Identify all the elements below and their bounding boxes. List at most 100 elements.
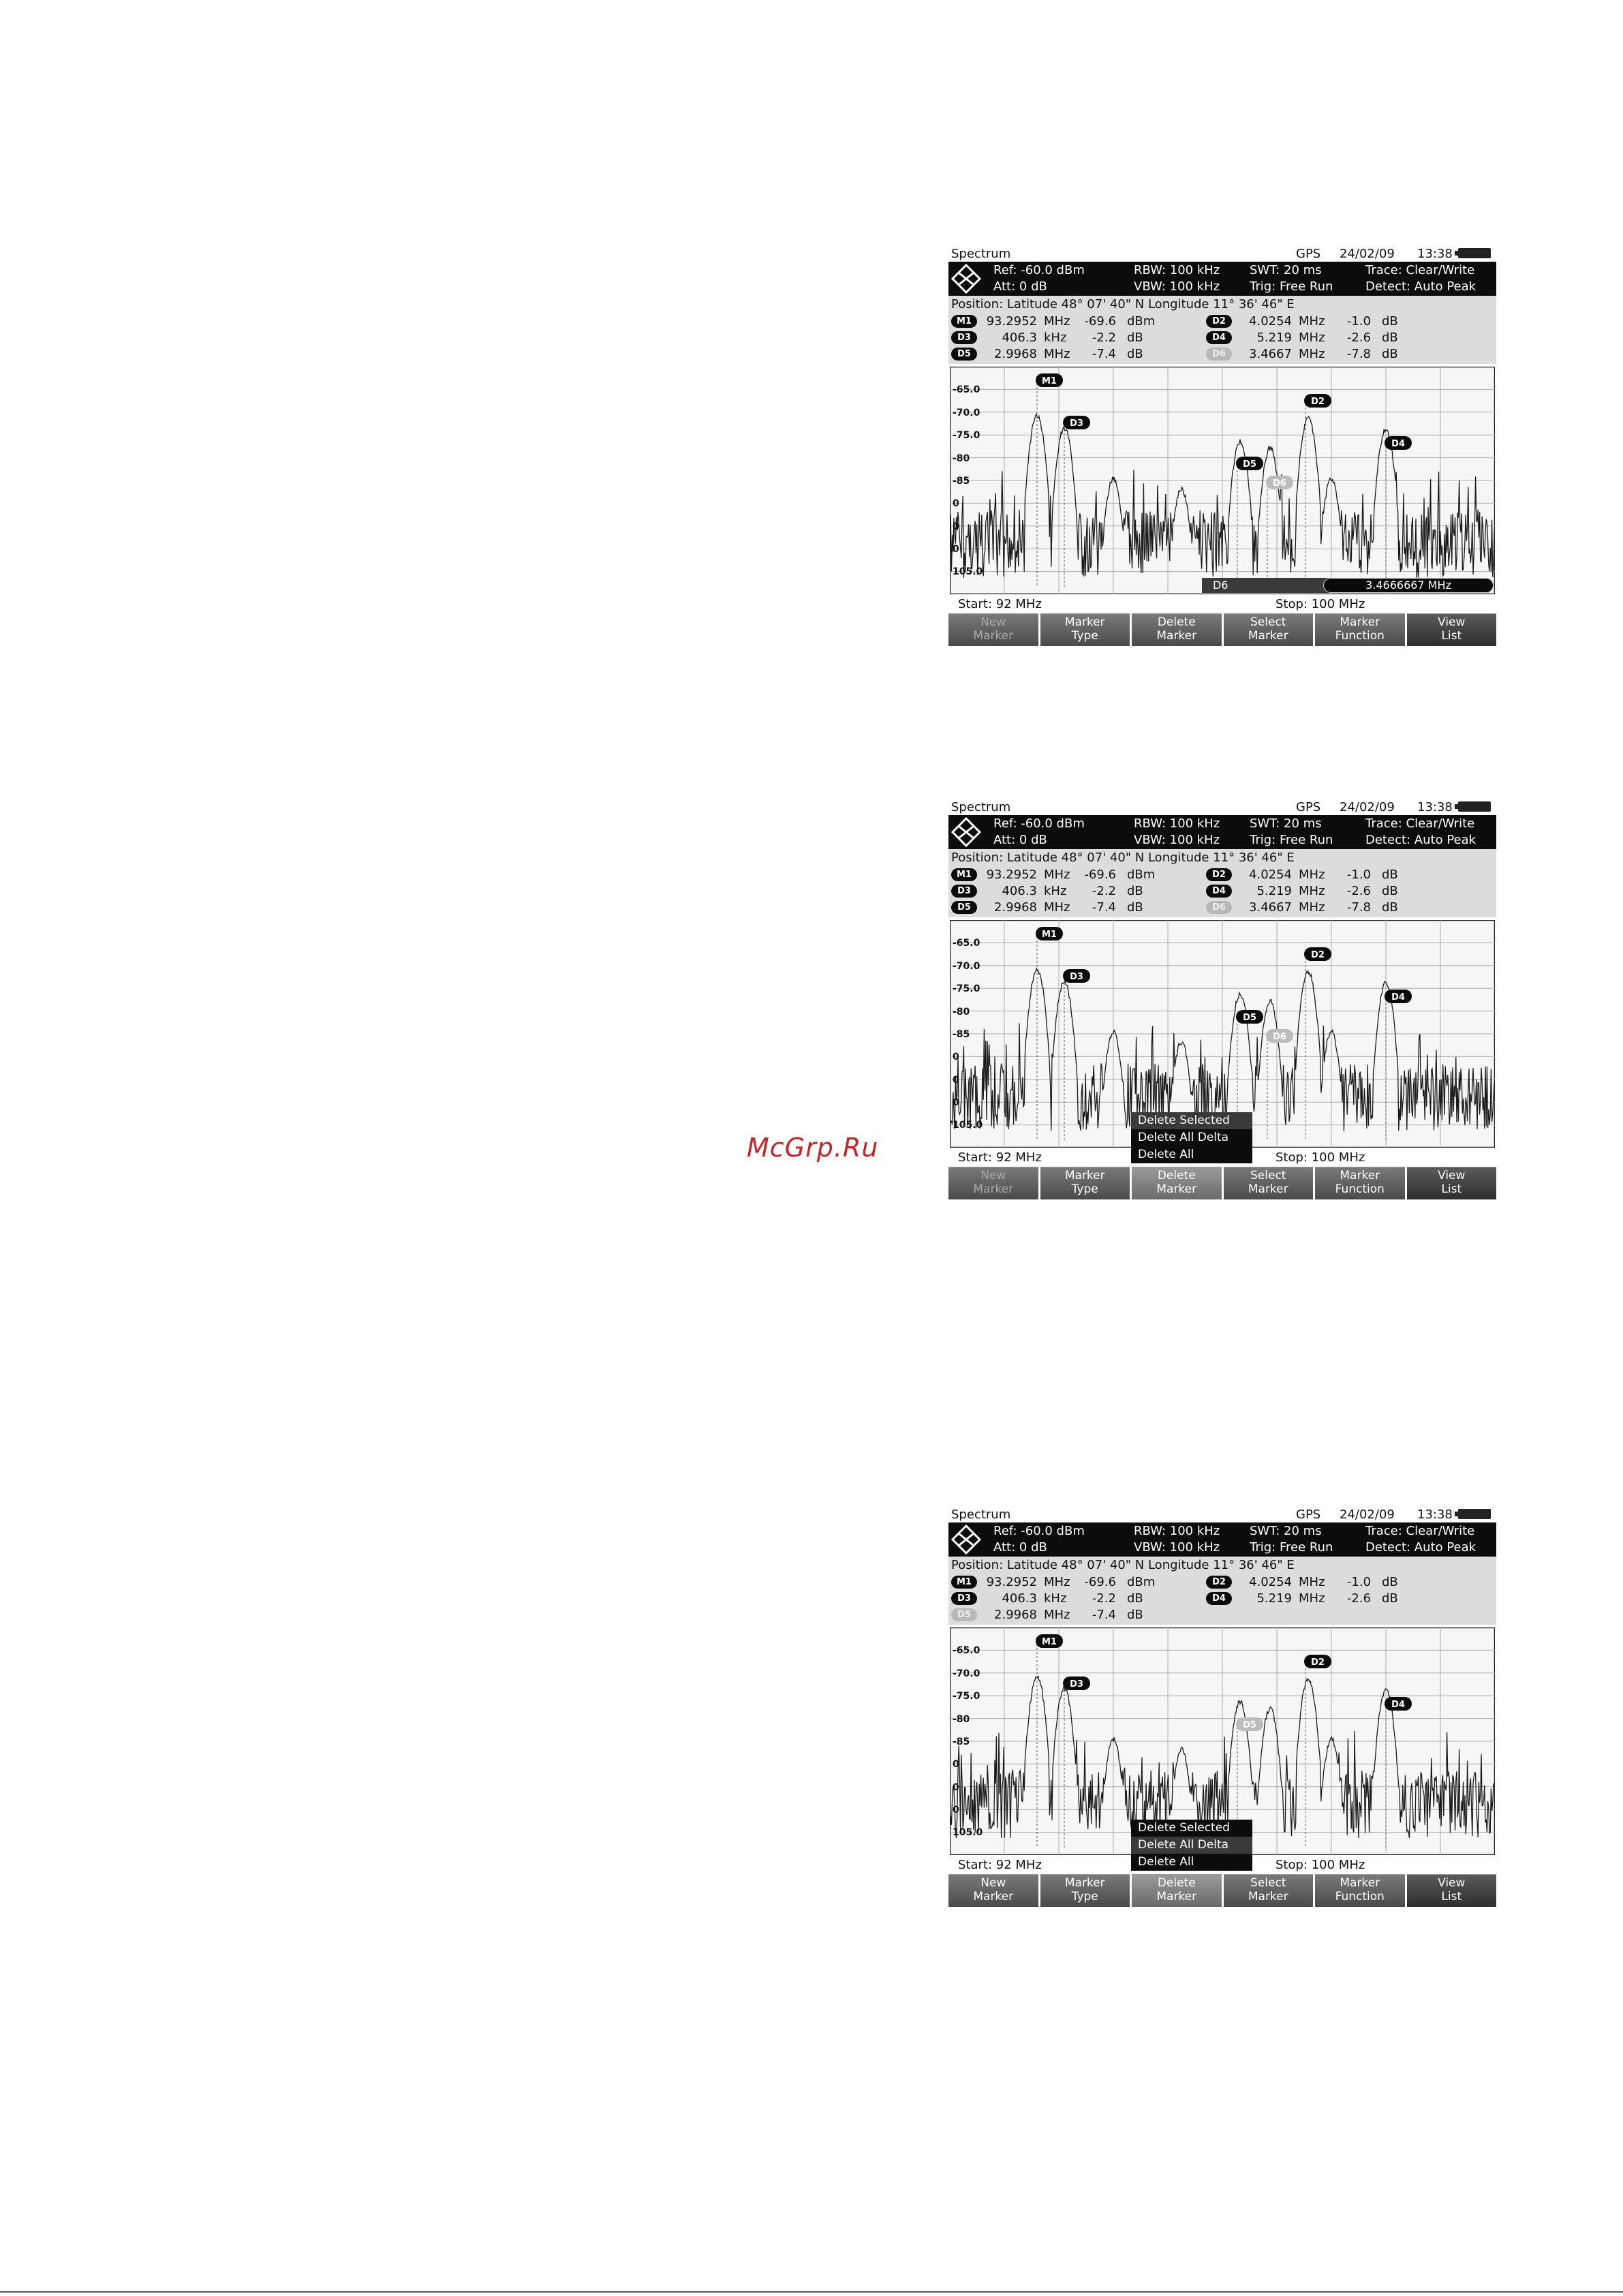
marker-frequency-unit: MHz (1044, 314, 1070, 328)
marker-frequency: 93.2952 (986, 868, 1037, 882)
menu-item-delete-selected[interactable]: Delete Selected (1131, 1820, 1252, 1837)
plot-marker-label: M1 (1042, 930, 1057, 940)
sweep-time: SWT: 20 ms (1250, 816, 1322, 831)
softkey-new-marker[interactable]: New Marker (948, 1874, 1038, 1907)
menu-item-delete-all[interactable]: Delete All (1131, 1146, 1252, 1163)
y-tick-label: 0 (953, 1782, 959, 1793)
y-tick-label: 105.0 (953, 1120, 983, 1131)
plot-marker-label: M1 (1042, 1637, 1057, 1647)
softkey-line-2: Marker (1156, 629, 1197, 643)
marker-badge: D2 (1206, 1576, 1232, 1589)
plot-marker-label: D2 (1311, 397, 1325, 407)
softkey-marker-function[interactable]: Marker Function (1315, 1874, 1405, 1907)
softkey-line-1: New (980, 1169, 1006, 1182)
softkey-line-2: Marker (1156, 1182, 1197, 1196)
title-bar: Spectrum GPS 24/02/09 13:38 (948, 800, 1496, 815)
marker-level-unit: dB (1382, 1575, 1398, 1589)
softkey-line-1: Marker (1064, 1876, 1105, 1890)
softkey-delete-marker[interactable]: Delete Marker (1132, 1874, 1222, 1907)
plot-marker-label: D2 (1311, 1657, 1325, 1668)
detector: Detect: Auto Peak (1365, 279, 1477, 294)
marker-badge: D6 (1206, 901, 1232, 914)
softkey-view-list[interactable]: View List (1406, 613, 1496, 646)
softkey-marker-type[interactable]: Marker Type (1040, 613, 1130, 646)
softkey-line-2: Marker (973, 1890, 1014, 1903)
softkey-view-list[interactable]: View List (1406, 1167, 1496, 1199)
y-tick-label: -65.0 (953, 384, 980, 395)
marker-row: D3 406.3 kHz -2.2 dB D4 5.219 MHz -2.6 dB (948, 883, 1496, 900)
mode-title: Spectrum (951, 247, 1011, 261)
y-tick-label: -80 (953, 453, 970, 464)
softkey-line-1: Marker (1064, 1169, 1105, 1182)
active-marker-label: D6 (1213, 579, 1228, 592)
softkey-delete-marker[interactable]: Delete Marker (1132, 613, 1222, 646)
marker-info-area: Position: Latitude 48° 07' 40" N Longitu… (948, 1557, 1496, 1625)
marker-level-unit: dB (1127, 1608, 1143, 1622)
marker-level-unit: dBm (1127, 314, 1156, 328)
vbw: VBW: 100 kHz (1134, 833, 1220, 847)
plot-marker-label: D5 (1243, 1720, 1256, 1730)
marker-badge: D2 (1206, 315, 1232, 328)
menu-item-delete-selected[interactable]: Delete Selected (1131, 1112, 1252, 1129)
marker-frequency-unit: MHz (1299, 884, 1325, 898)
marker-level: -7.8 (1346, 347, 1371, 361)
marker-level: -7.4 (1092, 1608, 1116, 1622)
marker-level-unit: dBm (1127, 1575, 1156, 1589)
detector: Detect: Auto Peak (1365, 1540, 1477, 1555)
gps-indicator: GPS (1296, 800, 1321, 814)
marker-level: -2.2 (1092, 1591, 1116, 1606)
softkey-select-marker[interactable]: Select Marker (1223, 1874, 1313, 1907)
trigger: Trig: Free Run (1250, 279, 1333, 294)
title-bar: Spectrum GPS 24/02/09 13:38 (948, 247, 1496, 262)
softkey-marker-type[interactable]: Marker Type (1040, 1167, 1130, 1199)
marker-frequency-unit: MHz (1044, 868, 1070, 882)
softkey-new-marker[interactable]: New Marker (948, 1167, 1038, 1199)
softkey-delete-marker[interactable]: Delete Marker (1132, 1167, 1222, 1199)
y-tick-label: 0 (953, 1097, 959, 1108)
marker-frequency-unit: MHz (1299, 1591, 1325, 1606)
active-marker-readout[interactable]: D6 3.4666667 MHz (1202, 578, 1494, 593)
softkey-select-marker[interactable]: Select Marker (1223, 1167, 1313, 1199)
marker-badge: D3 (951, 331, 977, 344)
softkey-marker-function[interactable]: Marker Function (1315, 613, 1405, 646)
plot-marker-label: D3 (1070, 1679, 1083, 1689)
analyzer-screen-3: Spectrum GPS 24/02/09 13:38 Ref: -60.0 d… (948, 1507, 1496, 1916)
marker-level: -1.0 (1346, 1575, 1371, 1589)
marker-level-unit: dB (1127, 1591, 1143, 1606)
start-frequency: Start: 92 MHz (958, 1150, 1042, 1165)
marker-badge: D3 (951, 1592, 977, 1605)
marker-frequency: 5.219 (1256, 331, 1292, 345)
marker-frequency: 93.2952 (986, 1575, 1037, 1589)
softkey-new-marker[interactable]: New Marker (948, 613, 1038, 646)
marker-row: D5 2.9968 MHz -7.4 dB D6 3.4667 MHz -7.8 dB (948, 900, 1496, 916)
softkey-line-2: List (1441, 1890, 1462, 1903)
marker-badge: D3 (951, 885, 977, 898)
softkey-marker-type[interactable]: Marker Type (1040, 1874, 1130, 1907)
marker-frequency: 4.0254 (1249, 868, 1292, 882)
marker-frequency-unit: MHz (1044, 900, 1070, 915)
stop-frequency: Stop: 100 MHz (1276, 597, 1365, 611)
y-tick-label: 0 (953, 1805, 959, 1816)
softkey-line-2: Type (1071, 1182, 1098, 1196)
trace-mode: Trace: Clear/Write (1365, 1524, 1475, 1538)
softkey-select-marker[interactable]: Select Marker (1223, 613, 1313, 646)
active-marker-value[interactable]: 3.4666667 MHz (1323, 578, 1494, 593)
softkey-marker-function[interactable]: Marker Function (1315, 1167, 1405, 1199)
softkey-line-1: Select (1250, 1169, 1286, 1182)
menu-item-delete-all-delta[interactable]: Delete All Delta (1131, 1129, 1252, 1146)
plot-marker-label: M1 (1042, 376, 1057, 386)
marker-frequency-unit: MHz (1044, 347, 1070, 361)
menu-item-delete-all[interactable]: Delete All (1131, 1854, 1252, 1871)
ref-level: Ref: -60.0 dBm (993, 816, 1085, 831)
analyzer-screen-2: Spectrum GPS 24/02/09 13:38 Ref: -60.0 d… (948, 800, 1496, 1209)
time-display: 13:38 (1417, 247, 1453, 261)
attenuation: Att: 0 dB (993, 279, 1047, 294)
marker-level-unit: dB (1382, 884, 1398, 898)
attenuation: Att: 0 dB (993, 833, 1047, 847)
menu-item-delete-all-delta[interactable]: Delete All Delta (1131, 1837, 1252, 1854)
y-tick-label: -75.0 (953, 1691, 980, 1702)
marker-badge: D5 (951, 1608, 977, 1621)
time-display: 13:38 (1417, 1507, 1453, 1522)
marker-level: -2.6 (1346, 1591, 1371, 1606)
softkey-view-list[interactable]: View List (1406, 1874, 1496, 1907)
